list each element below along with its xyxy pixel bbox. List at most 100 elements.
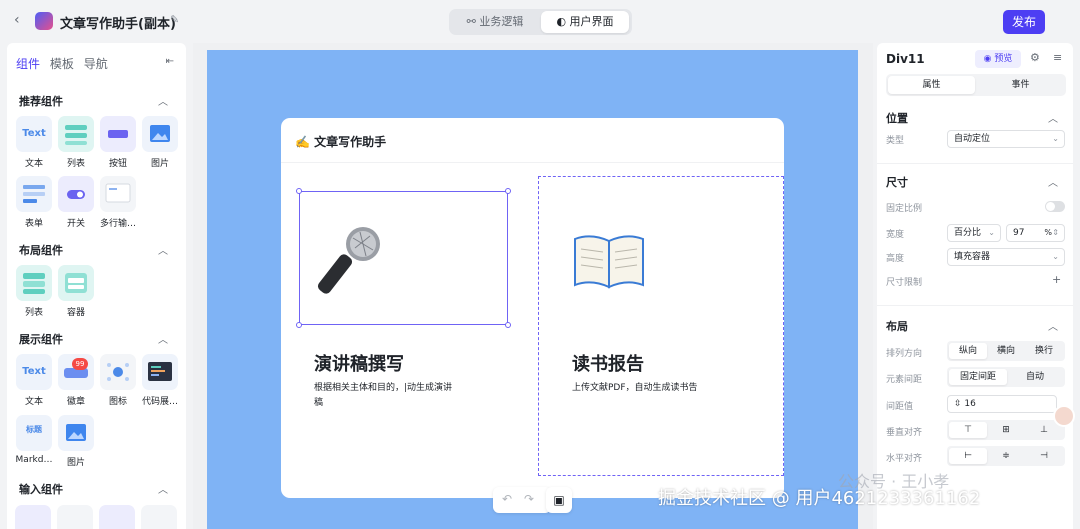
component-button[interactable]: 按钮 [99, 116, 137, 169]
fixed-ratio-toggle[interactable] [1045, 201, 1065, 212]
type-select[interactable]: 自动定位 ⌄ [947, 130, 1065, 148]
component-label: 代码展… [141, 397, 178, 407]
chevron-up-icon[interactable]: ︿ [1048, 318, 1058, 333]
resize-handle[interactable] [505, 188, 511, 194]
height-select[interactable]: 填充容器 ⌄ [947, 248, 1065, 266]
align-left-icon[interactable]: ⊢ [949, 448, 987, 464]
selected-container-div11[interactable] [538, 176, 784, 476]
tab-business-logic[interactable]: ⚯ 业务逻辑 [452, 11, 538, 33]
component-image[interactable]: 图片 [141, 116, 179, 169]
selected-image-box[interactable] [296, 188, 511, 328]
share-icon: ⚯ [466, 15, 480, 28]
component-label: Markd… [15, 455, 53, 465]
assistant-avatar[interactable] [1053, 405, 1075, 427]
component-display-text[interactable]: Text 文本 [15, 354, 53, 407]
badge-count: 99 [72, 358, 88, 370]
component-label: 按钮 [108, 159, 127, 169]
direction-horizontal[interactable]: 横向 [987, 343, 1025, 359]
section-display-title: 展示组件 [19, 333, 63, 346]
section-layout-title: 布局 [886, 320, 908, 333]
align-middle-icon[interactable]: ⊞ [987, 422, 1025, 438]
page-settings-button[interactable]: ▣ [546, 487, 572, 513]
component-text[interactable]: Text 文本 [15, 116, 53, 169]
code-icon [148, 362, 172, 381]
component-container[interactable]: 容器 [57, 265, 95, 318]
fixed-ratio-label: 固定比例 [886, 204, 923, 214]
spacing-segment: 固定间距 自动 [947, 367, 1065, 387]
menu-icon[interactable]: ≡ [1053, 51, 1062, 64]
spacing-auto[interactable]: 自动 [1007, 369, 1063, 385]
component-textarea[interactable]: 多行输… [99, 176, 137, 229]
direction-vertical[interactable]: 纵向 [949, 343, 987, 359]
component-list[interactable]: 列表 [57, 116, 95, 169]
text-glyph-icon: Text [22, 128, 46, 139]
chevron-up-icon[interactable]: ︿ [158, 242, 168, 257]
component-code[interactable]: 代码展… [141, 354, 179, 407]
component-markdown[interactable]: 标题 Markd… [15, 415, 53, 465]
resize-handle[interactable] [296, 188, 302, 194]
component-label: 文本 [24, 397, 43, 407]
collapse-panel-icon[interactable]: ⇤ [166, 56, 174, 67]
design-canvas[interactable]: ✍️ 文章写作助手 演讲稿撰写 根据相关主体和目的，|动生成演讲稿 读书报告 上… [207, 50, 858, 529]
width-unit-select[interactable]: 百分比 ⌄ [947, 224, 1001, 242]
component-switch[interactable]: 开关 [57, 176, 95, 229]
settings-gear-icon[interactable]: ⚙ [1030, 51, 1040, 64]
tab-components[interactable]: 组件 [16, 55, 40, 72]
section-position-title: 位置 [886, 112, 908, 125]
component-layout-list[interactable]: 列表 [15, 265, 53, 318]
chevron-up-icon[interactable]: ︿ [158, 331, 168, 346]
tab-events[interactable]: 事件 [977, 76, 1064, 94]
gap-input[interactable]: ⇳ 16 [947, 395, 1057, 413]
vertical-align-segment: ⊤ ⊞ ⊥ [947, 420, 1065, 440]
width-value-input[interactable]: 97% ⇕ [1006, 224, 1065, 242]
component-label: 图标 [108, 397, 127, 407]
redo-icon[interactable]: ↷ [524, 492, 534, 506]
feature-title-speech: 演讲稿撰写 [314, 354, 404, 375]
section-input-title: 输入组件 [19, 483, 63, 496]
chevron-up-icon[interactable]: ︿ [158, 481, 168, 496]
resize-handle[interactable] [296, 322, 302, 328]
chevron-up-icon[interactable]: ︿ [1048, 174, 1058, 189]
canvas-area: ✍️ 文章写作助手 演讲稿撰写 根据相关主体和目的，|动生成演讲稿 读书报告 上… [193, 43, 873, 529]
text-glyph-icon: Text [22, 366, 46, 377]
spacing-fixed[interactable]: 固定间距 [949, 369, 1007, 385]
back-icon[interactable]: ‹ [14, 12, 20, 28]
component-name: Div11 [886, 52, 925, 66]
chevron-down-icon: ⌄ [1052, 252, 1059, 261]
section-divider [877, 305, 1073, 306]
tab-templates[interactable]: 模板 [50, 55, 74, 72]
spacing-label: 元素间距 [886, 375, 923, 385]
edit-icon[interactable]: ✎ [170, 13, 179, 26]
direction-label: 排列方向 [886, 349, 923, 359]
align-top-icon[interactable]: ⊤ [949, 422, 987, 438]
vertical-align-label: 垂直对齐 [886, 428, 923, 438]
app-card[interactable]: ✍️ 文章写作助手 演讲稿撰写 根据相关主体和目的，|动生成演讲稿 读书报告 上… [281, 118, 784, 498]
tab-user-interface[interactable]: ◐ 用户界面 [541, 11, 629, 33]
component-label: 多行输… [99, 219, 136, 229]
height-label: 高度 [886, 254, 905, 264]
switch-icon [67, 190, 85, 199]
publish-button[interactable]: 发布 [1003, 10, 1045, 34]
component-label: 徽章 [66, 397, 85, 407]
component-display-image[interactable]: 图片 [57, 415, 95, 468]
component-panel: 组件 模板 导航 ⇤ 推荐组件 ︿ Text 文本 列表 按钮 图片 表单 开关… [7, 43, 186, 529]
direction-wrap[interactable]: 换行 [1025, 343, 1063, 359]
component-badge[interactable]: 99 徽章 [57, 354, 95, 407]
component-form[interactable]: 表单 [15, 176, 53, 229]
preview-button[interactable]: ◉ 预览 [975, 50, 1021, 68]
resize-handle[interactable] [505, 322, 511, 328]
tab-navigation[interactable]: 导航 [84, 55, 108, 72]
stepper-icon[interactable]: ⇕ [1052, 225, 1059, 241]
add-icon[interactable]: + [1052, 273, 1061, 286]
align-center-icon[interactable]: ≑ [987, 448, 1025, 464]
chevron-up-icon[interactable]: ︿ [1048, 110, 1058, 125]
align-right-icon[interactable]: ⊣ [1025, 448, 1063, 464]
property-tabs: 属性 事件 [886, 74, 1066, 96]
feature-desc-speech: 根据相关主体和目的，|动生成演讲稿 [314, 383, 453, 408]
component-label: 表单 [24, 219, 43, 229]
undo-icon[interactable]: ↶ [502, 492, 512, 506]
tab-properties[interactable]: 属性 [888, 76, 975, 94]
component-icon[interactable]: 图标 [99, 354, 137, 407]
chevron-up-icon[interactable]: ︿ [158, 93, 168, 108]
image-icon [66, 424, 86, 441]
